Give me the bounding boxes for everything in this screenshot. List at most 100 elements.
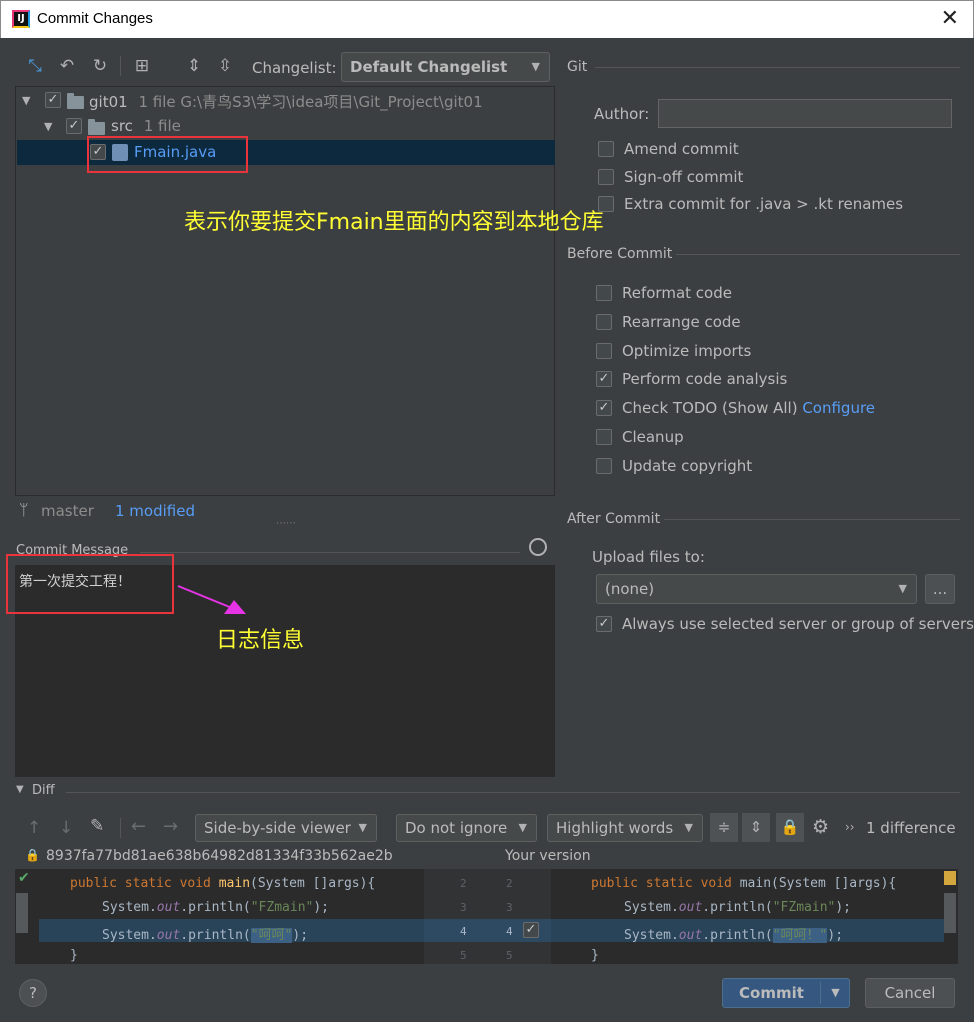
code-line: System.out.println("FZmain"); [624,900,852,915]
git-section-title: Git [567,59,588,75]
lock-icon: 🔒 [25,848,40,862]
amend-commit-checkbox[interactable] [598,141,614,157]
sign-off-checkbox[interactable] [598,169,614,185]
code-line: public static void main(System []args){ [591,876,897,891]
configure-link[interactable]: Configure [802,399,875,417]
commit-button[interactable]: Commit ▼ [722,978,850,1008]
toolbar-separator [120,818,121,838]
root-checkbox[interactable]: ✓ [45,92,61,108]
edit-source-icon[interactable]: ✎ [90,816,104,836]
modified-count[interactable]: 1 modified [115,502,195,520]
close-icon[interactable]: ✕ [941,7,959,31]
expand-all-icon[interactable]: ⇕ [183,55,205,77]
highlight-value: Highlight words [556,819,674,837]
chevron-down-icon[interactable]: ▼ [821,979,850,1007]
sync-scroll-icon[interactable]: ⇕ [742,813,770,842]
help-button[interactable]: ? [19,979,47,1007]
viewer-value: Side-by-side viewer [204,819,351,837]
settings-gear-icon[interactable]: ⚙ [812,816,829,838]
chevron-down-icon: ▼ [684,821,693,834]
collapse-all-icon[interactable]: ⇳ [214,55,236,77]
upload-server-value: (none) [605,580,655,598]
right-version-title: Your version [505,848,591,864]
update-copyright-checkbox[interactable] [596,458,612,474]
diff-gutter [424,869,551,964]
show-diff-icon[interactable]: ⤡ [24,55,46,77]
lock-icon[interactable]: 🔒 [776,813,804,842]
annotation-arrow-icon [177,585,246,614]
right-line-number: 5 [506,949,513,962]
include-change-checkbox[interactable]: ✓ [523,922,539,938]
code-analysis-checkbox[interactable]: ✓ [596,371,612,387]
diff-section-title: Diff [32,783,55,798]
cleanup-checkbox[interactable] [596,429,612,445]
history-clock-icon[interactable] [529,538,547,556]
back-arrow-icon[interactable]: ← [131,816,146,837]
browse-servers-button[interactable]: ... [925,574,955,604]
author-label: Author: [594,105,650,123]
rearrange-code-checkbox[interactable] [596,314,612,330]
expand-arrow-icon[interactable]: ▼ [22,94,30,107]
string-literal: "呵呵！" [772,928,828,943]
code-line: public static void main(System []args){ [70,876,376,891]
git-section-divider [595,67,960,68]
ignore-value: Do not ignore [405,819,508,837]
right-line-number: 2 [506,877,513,890]
check-todo-checkbox[interactable]: ✓ [596,400,612,416]
reformat-code-checkbox[interactable] [596,285,612,301]
tree-root-node[interactable]: git01 1 file G:\青鸟S3\学习\idea项目\Git_Proje… [89,91,483,112]
kt-rename-checkbox[interactable] [598,196,614,212]
expand-arrow-icon[interactable]: ▼ [44,120,52,133]
collapse-unchanged-icon[interactable]: ≑ [710,813,738,842]
next-difference-icon[interactable]: ↓ [59,818,73,838]
rollback-icon[interactable]: ↶ [56,55,78,77]
upload-server-select[interactable]: (none) ▼ [596,574,917,604]
title-bar: IJ Commit Changes ✕ [0,0,974,38]
check-todo-label: Check TODO (Show All) [622,399,798,417]
right-scroll-marker [944,893,956,933]
file-highlight-box [87,136,248,173]
branch-name[interactable]: master [41,502,94,520]
folder-info: 1 file [143,117,181,135]
splitter-handle[interactable]: ⋯⋯ [276,518,296,529]
chevron-down-icon: ▼ [358,821,367,834]
root-info: 1 file G:\青鸟S3\学习\idea项目\Git_Project\git… [138,93,483,111]
more-actions-icon[interactable]: ›› [845,820,855,834]
message-highlight-box [6,554,174,614]
string-literal: "FZmain" [250,900,314,915]
code-line: System.out.println("呵呵！"); [624,928,844,943]
root-name: git01 [89,93,128,111]
always-use-server-checkbox[interactable]: ✓ [596,616,612,632]
left-line-number: 2 [460,877,467,890]
folder-icon [88,119,105,135]
diff-divider [66,792,960,793]
tree-folder-node[interactable]: src 1 file [111,117,181,135]
after-commit-divider [664,519,960,520]
cancel-button[interactable]: Cancel [865,978,955,1008]
changelist-select[interactable]: Default Changelist ▼ [341,52,550,82]
ignore-whitespace-select[interactable]: Do not ignore ▼ [396,814,537,842]
author-input[interactable] [658,99,952,128]
left-revision-hash: 8937fa77bd81ae638b64982d81334f33b562ae2b [46,848,393,864]
code-line: System.out.println("呵呵"); [102,928,309,943]
optimize-imports-checkbox[interactable] [596,343,612,359]
code-line: } [70,948,78,963]
tree-annotation: 表示你要提交Fmain里面的内容到本地仓库 [184,210,604,235]
refresh-icon[interactable]: ↻ [89,55,111,77]
prev-difference-icon[interactable]: ↑ [27,818,41,838]
viewer-select[interactable]: Side-by-side viewer ▼ [195,814,377,842]
toolbar-separator [120,56,121,76]
check-ok-icon: ✔ [18,870,30,886]
folder-checkbox[interactable]: ✓ [66,118,82,134]
forward-arrow-icon[interactable]: → [163,816,178,837]
folder-name: src [111,117,133,135]
warning-marker [944,871,956,885]
highlight-select[interactable]: Highlight words ▼ [547,814,703,842]
group-by-icon[interactable]: ⊞ [131,55,153,77]
difference-count: 1 difference [866,819,956,837]
collapse-diff-icon[interactable]: ▼ [16,784,24,795]
commit-message-divider [140,552,520,553]
left-scroll-marker [16,893,28,933]
commit-button-label: Commit [739,984,804,1002]
before-commit-title: Before Commit [567,246,673,262]
